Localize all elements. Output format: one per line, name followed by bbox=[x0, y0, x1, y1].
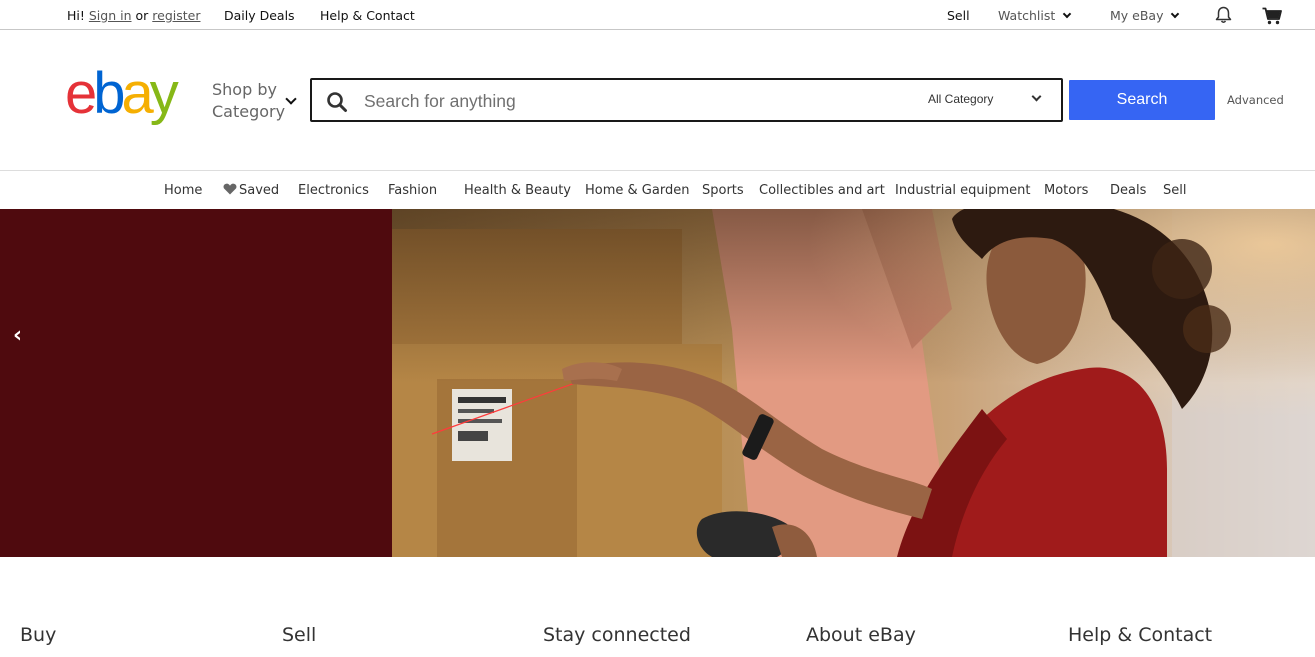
top-utility-bar: Hi! Sign in or register Daily Deals Help… bbox=[0, 0, 1315, 30]
logo-letter-e: e bbox=[65, 66, 95, 126]
chevron-down-icon[interactable] bbox=[1031, 91, 1042, 102]
register-link[interactable]: register bbox=[152, 8, 200, 23]
chevron-down-icon bbox=[1171, 9, 1180, 19]
nav-item-fashion[interactable]: Fashion bbox=[388, 183, 437, 198]
bell-icon[interactable] bbox=[1215, 6, 1232, 24]
sign-in-link[interactable]: Sign in bbox=[89, 8, 132, 23]
search-input[interactable] bbox=[364, 88, 904, 114]
daily-deals-link[interactable]: Daily Deals bbox=[224, 8, 295, 23]
nav-item-sports[interactable]: Sports bbox=[702, 183, 744, 198]
shop-by-line1: Shop by bbox=[212, 80, 277, 99]
logo-letter-y: y bbox=[150, 66, 179, 126]
nav-item-saved-label: Saved bbox=[239, 183, 280, 198]
nav-item-home-garden[interactable]: Home & Garden bbox=[585, 183, 689, 198]
nav-item-health-beauty[interactable]: Health & Beauty bbox=[464, 183, 571, 198]
nav-item-collectibles[interactable]: Collectibles and art bbox=[759, 183, 885, 198]
shop-by-line2: Category bbox=[212, 102, 286, 121]
shop-by-category-button[interactable]: Shop by Category bbox=[212, 79, 285, 123]
footer-heading-help-contact[interactable]: Help & Contact bbox=[1068, 624, 1212, 646]
search-button[interactable]: Search bbox=[1069, 80, 1215, 120]
greeting-text: Hi! bbox=[67, 8, 85, 23]
hero-panel: ‹ bbox=[0, 209, 392, 557]
logo-text: ebay bbox=[65, 66, 179, 126]
logo-letter-b: b bbox=[93, 66, 123, 126]
nav-item-motors[interactable]: Motors bbox=[1044, 183, 1088, 198]
footer-heading-stay-connected[interactable]: Stay connected bbox=[543, 624, 691, 646]
search-icon bbox=[327, 92, 347, 112]
footer-heading-buy[interactable]: Buy bbox=[20, 624, 56, 646]
nav-item-sell[interactable]: Sell bbox=[1163, 183, 1186, 198]
cart-icon[interactable] bbox=[1262, 7, 1282, 25]
advanced-search-link[interactable]: Advanced bbox=[1227, 93, 1284, 107]
hero-photo bbox=[392, 209, 1315, 557]
or-text: or bbox=[135, 8, 149, 23]
my-ebay-label: My eBay bbox=[1110, 8, 1164, 23]
watchlist-label: Watchlist bbox=[998, 8, 1056, 23]
nav-item-deals[interactable]: Deals bbox=[1110, 183, 1146, 198]
chevron-down-icon[interactable] bbox=[285, 93, 297, 105]
sell-link[interactable]: Sell bbox=[947, 8, 970, 23]
category-select[interactable]: All Category bbox=[928, 92, 993, 106]
hero-banner[interactable]: ‹ bbox=[0, 209, 1315, 557]
carousel-prev-button[interactable]: ‹ bbox=[13, 321, 22, 351]
heart-icon bbox=[223, 183, 237, 195]
nav-item-industrial[interactable]: Industrial equipment bbox=[895, 183, 1030, 198]
nav-item-electronics[interactable]: Electronics bbox=[298, 183, 369, 198]
greeting: Hi! Sign in or register bbox=[67, 8, 201, 23]
my-ebay-menu[interactable]: My eBay bbox=[1110, 8, 1180, 23]
nav-item-home[interactable]: Home bbox=[164, 183, 202, 198]
nav-item-saved[interactable]: Saved bbox=[223, 183, 279, 198]
footer-heading-about-ebay[interactable]: About eBay bbox=[806, 624, 916, 646]
ebay-logo[interactable]: ebay bbox=[65, 66, 201, 132]
help-contact-link[interactable]: Help & Contact bbox=[320, 8, 415, 23]
watchlist-menu[interactable]: Watchlist bbox=[998, 8, 1072, 23]
category-nav: Home Saved Electronics Fashion Health & … bbox=[0, 171, 1315, 209]
chevron-down-icon bbox=[1063, 9, 1072, 19]
search-box: All Category bbox=[310, 78, 1063, 122]
footer-heading-sell[interactable]: Sell bbox=[282, 624, 316, 646]
